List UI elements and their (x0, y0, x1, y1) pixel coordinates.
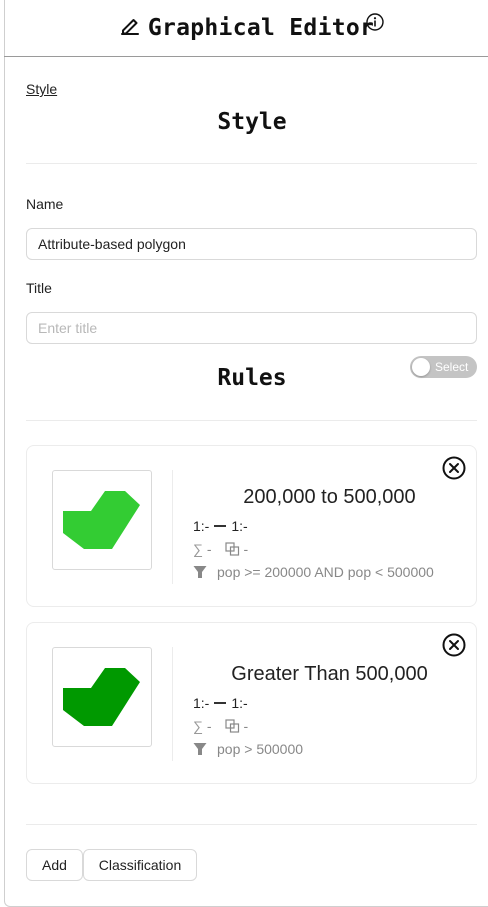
select-toggle-label: Select (435, 360, 469, 374)
filter-expression: pop > 500000 (217, 741, 304, 757)
scale-denominator[interactable]: 1:- 1:- (193, 518, 248, 534)
sum-value: - (206, 718, 212, 734)
rule-filter[interactable]: pop >= 200000 AND pop < 500000 (193, 564, 434, 580)
rule-preview[interactable] (52, 647, 152, 747)
remove-rule-button[interactable] (442, 633, 466, 657)
divider (26, 824, 477, 825)
title-label: Title (26, 280, 52, 296)
breadcrumb-style-link[interactable]: Style (26, 81, 57, 97)
dash-icon (214, 525, 227, 527)
page-title: Graphical Editor (147, 15, 375, 41)
info-icon[interactable] (366, 13, 384, 31)
polygon-preview-icon (63, 491, 140, 549)
scale-min: 1:- (193, 518, 210, 534)
rule-name[interactable]: Greater Than 500,000 (193, 663, 466, 686)
filter-expression: pop >= 200000 AND pop < 500000 (217, 564, 434, 580)
sum-icon: ∑ (193, 718, 203, 734)
rule-card[interactable]: Greater Than 500,000 1:- 1:- ∑ - - pop > … (26, 622, 477, 784)
rule-filter[interactable]: pop > 500000 (193, 741, 303, 757)
polygon-preview-icon (63, 668, 140, 726)
editor-header: Graphical Editor (4, 0, 488, 57)
scale-max: 1:- (231, 695, 248, 711)
rule-preview[interactable] (52, 470, 152, 570)
dash-icon (214, 702, 227, 704)
funnel-icon (193, 743, 207, 755)
divider (26, 420, 477, 421)
remove-rule-button[interactable] (442, 456, 466, 480)
scale-min: 1:- (193, 695, 210, 711)
name-label: Name (26, 196, 64, 212)
overlap-icon (225, 542, 240, 556)
classification-button[interactable]: Classification (83, 849, 197, 881)
add-rule-button[interactable]: Add (26, 849, 83, 881)
overlap-value: - (243, 541, 249, 557)
rule-name[interactable]: 200,000 to 500,000 (193, 486, 466, 509)
sum-value: - (206, 541, 212, 557)
name-input[interactable] (26, 228, 477, 260)
overlap-icon (225, 719, 240, 733)
style-section-title: Style (217, 109, 287, 135)
overlap-value: - (243, 718, 249, 734)
rule-meta: ∑ - - (193, 541, 248, 557)
title-input[interactable] (26, 312, 477, 344)
scale-denominator[interactable]: 1:- 1:- (193, 695, 248, 711)
sum-icon: ∑ (193, 541, 203, 557)
rule-card[interactable]: 200,000 to 500,000 1:- 1:- ∑ - - pop >= 2… (26, 445, 477, 607)
toggle-knob (412, 358, 430, 376)
card-divider (172, 647, 173, 761)
rule-meta: ∑ - - (193, 718, 248, 734)
funnel-icon (193, 566, 207, 578)
scale-max: 1:- (231, 518, 248, 534)
pencil-icon (120, 19, 139, 35)
divider (26, 163, 477, 164)
card-divider (172, 470, 173, 584)
select-toggle[interactable]: Select (410, 356, 477, 378)
